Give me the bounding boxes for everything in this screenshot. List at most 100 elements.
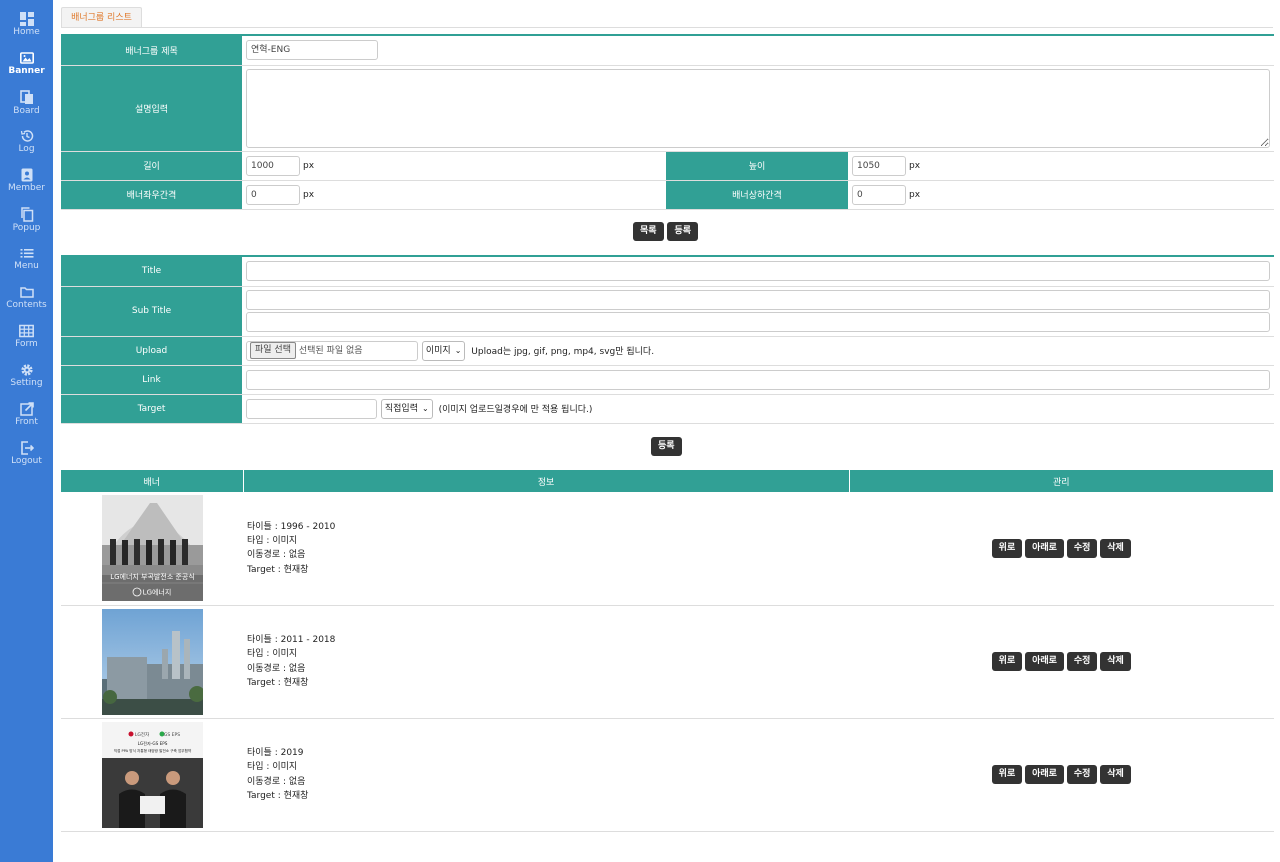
sidebar-item-contents[interactable]: Contents (0, 281, 53, 320)
edit-button[interactable]: 수정 (1066, 538, 1098, 558)
sidebar-item-home[interactable]: Home (0, 8, 53, 47)
table-icon (19, 324, 34, 338)
delete-button[interactable]: 삭제 (1100, 765, 1131, 784)
item-form-actions: 등록 (651, 437, 682, 456)
field-label: Title (61, 256, 242, 287)
edit-button[interactable]: 수정 (1066, 765, 1098, 784)
unit-label: px (303, 160, 315, 171)
member-icon (21, 168, 32, 182)
type-select[interactable]: 이미지 ⌄ (421, 340, 466, 361)
horizontal-gap-input[interactable]: 0 (246, 184, 300, 205)
board-icon (19, 90, 33, 104)
sidebar-item-log[interactable]: Log (0, 125, 53, 164)
list-button[interactable]: 목록 (633, 222, 664, 241)
delete-button[interactable]: 삭제 (1100, 652, 1131, 671)
image-icon (19, 52, 34, 64)
info-type: 타입 : 이미지 (247, 649, 298, 660)
file-choose-button[interactable]: 파일 선택 (250, 341, 296, 359)
table-row: LG에너지 부곡발전소 준공식 LG에너지 타이틀 : 1996 - 2010 … (61, 492, 1274, 606)
info-target: Target : 현재창 (247, 677, 309, 688)
target-select[interactable]: 직접입력 ⌄ (380, 398, 433, 419)
subtitle-input-1[interactable] (246, 290, 1270, 310)
delete-button[interactable]: 삭제 (1100, 538, 1131, 558)
hgap-cell: 0 px (242, 180, 666, 210)
subtitle-cell (242, 286, 1274, 337)
link-input[interactable] (246, 369, 1270, 390)
edit-button[interactable]: 수정 (1066, 652, 1098, 671)
description-textarea[interactable] (246, 68, 1270, 148)
field-label: Target (61, 394, 242, 424)
group-title-input[interactable]: 연혁-ENG (246, 40, 378, 61)
sidebar-item-label: Setting (10, 378, 43, 388)
sidebar-item-front[interactable]: Front (0, 398, 53, 437)
manage-cell: 위로 아래로 수정 삭제 (849, 492, 1274, 606)
gear-icon (20, 364, 33, 376)
register-item-button[interactable]: 등록 (651, 437, 682, 456)
folder-icon (19, 287, 34, 298)
field-label: 설명입력 (61, 65, 242, 152)
field-label: 길이 (61, 151, 242, 181)
column-header: 정보 (243, 470, 850, 492)
unit-label: px (303, 189, 315, 200)
move-down-button[interactable]: 아래로 (1025, 652, 1064, 671)
sidebar-item-board[interactable]: Board (0, 86, 53, 125)
title-input[interactable] (246, 261, 1270, 282)
sidebar-item-logout[interactable]: Logout (0, 437, 53, 476)
sidebar-item-banner[interactable]: Banner (0, 47, 53, 86)
height-input[interactable]: 1050 (852, 155, 906, 176)
sidebar-item-menu[interactable]: Menu (0, 242, 53, 281)
move-down-button[interactable]: 아래로 (1025, 765, 1064, 784)
unit-label: px (909, 189, 921, 200)
move-up-button[interactable]: 위로 (991, 538, 1023, 558)
banner-thumbnail[interactable]: LG전자 GS EPS LG전자-GS EPS 직접 PPA 방식 자통형 태양… (101, 721, 203, 828)
banner-info-cell: 타이틀 : 1996 - 2010 타입 : 이미지 이동경로 : 없음 Tar… (243, 492, 849, 606)
field-label: 배너좌우간격 (61, 180, 242, 210)
sidebar-item-label: Menu (14, 261, 39, 271)
banner-thumb-cell: LG에너지 부곡발전소 준공식 LG에너지 (61, 492, 243, 606)
sidebar-item-label: Form (15, 339, 38, 349)
upload-hint: Upload는 jpg, gif, png, mp4, svg만 됩니다. (471, 347, 655, 357)
sidebar-item-member[interactable]: Member (0, 164, 53, 203)
thumb-logo-2: GS EPS (163, 732, 179, 738)
history-icon (20, 130, 33, 142)
menu-list-icon (20, 249, 33, 258)
sidebar-item-label: Member (7, 183, 46, 193)
move-up-button[interactable]: 위로 (991, 765, 1023, 784)
title-cell: 연혁-ENG (242, 35, 1274, 66)
upload-cell: 파일 선택 선택된 파일 없음 이미지 ⌄ Upload는 jpg, gif, p… (242, 336, 1274, 366)
type-select-value: 이미지 (425, 345, 451, 356)
banner-thumbnail[interactable] (101, 608, 203, 715)
column-header: 관리 (849, 470, 1274, 492)
sidebar-item-label: Log (18, 144, 35, 154)
copy-icon (20, 207, 33, 222)
file-input[interactable]: 파일 선택 선택된 파일 없음 (246, 340, 418, 361)
sidebar-item-label: Popup (12, 223, 41, 233)
sidebar-item-label: Front (15, 417, 38, 427)
subtitle-input-2[interactable] (246, 312, 1270, 332)
info-path: 이동경로 : 없음 (247, 663, 306, 674)
width-input[interactable]: 1000 (246, 155, 300, 176)
vertical-gap-input[interactable]: 0 (852, 184, 906, 205)
target-input[interactable] (246, 398, 377, 419)
thumb-logo-1: LG전자 (134, 731, 149, 738)
sidebar-item-label: Banner (8, 66, 45, 76)
register-group-button[interactable]: 등록 (667, 222, 698, 241)
chevron-down-icon: ⌄ (454, 345, 462, 355)
move-down-button[interactable]: 아래로 (1025, 538, 1064, 558)
sidebar-item-popup[interactable]: Popup (0, 203, 53, 242)
thumb-caption-2: 직접 PPA 방식 자통형 태양광 발전소 구축 업무협약 (113, 748, 191, 753)
banner-thumbnail[interactable]: LG에너지 부곡발전소 준공식 LG에너지 (101, 495, 203, 602)
link-cell (242, 365, 1274, 395)
sidebar-item-form[interactable]: Form (0, 320, 53, 359)
tab-banner-group-list[interactable]: 배너그룹 리스트 (61, 7, 142, 28)
field-label: Link (61, 365, 242, 395)
unit-label: px (909, 160, 921, 171)
sidebar-item-label: Contents (6, 300, 47, 310)
sidebar-item-setting[interactable]: Setting (0, 359, 53, 398)
height-cell: 1050 px (848, 151, 1274, 181)
column-header: 배너 (61, 470, 244, 492)
field-label: 배너상하간격 (666, 180, 848, 210)
banner-thumb-cell (61, 605, 243, 719)
move-up-button[interactable]: 위로 (991, 652, 1023, 671)
banner-group-form: 배너그룹 제목 연혁-ENG 설명입력 길이 1000 px 높이 1050 px … (61, 34, 1274, 210)
